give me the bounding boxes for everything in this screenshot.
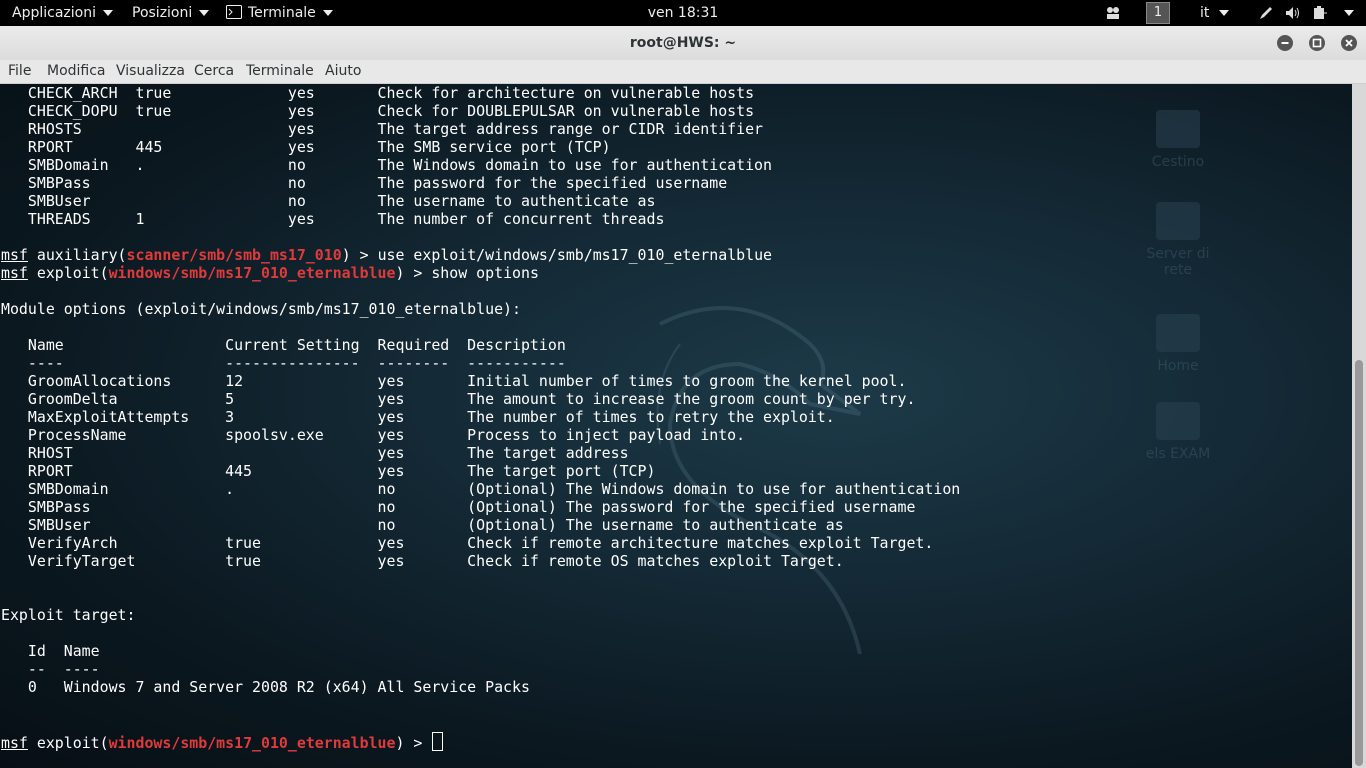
prompt-command: ) >: [395, 734, 432, 752]
desktop-icon-home[interactable]: Home: [1138, 314, 1218, 374]
close-button[interactable]: [1341, 35, 1357, 51]
app-menu[interactable]: Terminale: [226, 0, 333, 26]
terminal-line: RPORT 445 yes The target port (TCP): [1, 462, 656, 480]
terminal-area[interactable]: Cestino Server di rete Home els EXAM CHE…: [0, 84, 1352, 768]
volume-icon[interactable]: [1285, 5, 1301, 21]
terminal-line: RPORT 445 yes The SMB service port (TCP): [1, 138, 611, 156]
scrollbar-thumb[interactable]: [1355, 360, 1363, 766]
terminal-line: GroomDelta 5 yes The amount to increase …: [1, 390, 916, 408]
prompt-module: windows/smb/ms17_010_eternalblue: [108, 264, 396, 282]
language-label: it: [1200, 5, 1210, 21]
terminal-line: VerifyArch true yes Check if remote arch…: [1, 534, 934, 552]
prompt-line: msf exploit(windows/smb/ms17_010_eternal…: [1, 732, 444, 752]
prompt-context: auxiliary(: [27, 246, 127, 264]
terminal-line: ProcessName spoolsv.exe yes Process to i…: [1, 426, 746, 444]
desktop-icon-label: Home: [1157, 358, 1199, 374]
terminal-line: Name Current Setting Required Descriptio…: [1, 336, 566, 354]
terminal-line: SMBPass no (Optional) The password for t…: [1, 498, 916, 516]
terminal-line: CHECK_DOPU true yes Check for DOUBLEPULS…: [1, 102, 755, 120]
prompt-msf: msf: [1, 264, 28, 282]
workspace-number: 1: [1153, 5, 1163, 20]
language-menu[interactable]: it: [1200, 0, 1230, 26]
desktop-icon-network[interactable]: Server di rete: [1138, 202, 1218, 278]
chevron-down-icon: [102, 10, 113, 16]
prompt-context: exploit(: [27, 734, 109, 752]
app-menu-label: Terminale: [248, 5, 316, 21]
pen-icon[interactable]: [1258, 5, 1274, 21]
folder-network-icon: [1156, 202, 1200, 240]
prompt-msf: msf: [1, 734, 28, 752]
trash-icon: [1156, 110, 1200, 148]
prompt-command: ) > use exploit/windows/smb/ms17_010_ete…: [341, 246, 773, 264]
close-icon: [1345, 39, 1353, 47]
menu-edit[interactable]: Modifica: [47, 60, 106, 83]
prompt-context: exploit(: [27, 264, 109, 282]
menu-search[interactable]: Cerca: [194, 60, 234, 83]
menu-file[interactable]: File: [8, 60, 31, 83]
desktop-icon-label: Server di rete: [1146, 246, 1210, 278]
places-label: Posizioni: [132, 5, 193, 21]
terminal-scrollbar[interactable]: [1352, 84, 1366, 768]
terminal-line: Module options (exploit/windows/smb/ms17…: [1, 300, 521, 318]
terminal-line: MaxExploitAttempts 3 yes The number of t…: [1, 408, 835, 426]
clock-label: ven 18:31: [647, 5, 719, 21]
chevron-down-icon: [322, 10, 333, 16]
window-title: root@HWS: ~: [629, 35, 737, 51]
terminal-line: RHOST yes The target address: [1, 444, 629, 462]
desktop-icon-els-exam[interactable]: els EXAM: [1138, 402, 1218, 462]
terminal-line: SMBUser no (Optional) The username to au…: [1, 516, 844, 534]
prompt-line: msf auxiliary(scanner/smb/smb_ms17_010) …: [1, 246, 772, 264]
terminal-line: VerifyTarget true yes Check if remote OS…: [1, 552, 844, 570]
maximize-button[interactable]: [1309, 35, 1325, 51]
menu-view[interactable]: Visualizza: [116, 60, 185, 83]
terminal-line: CHECK_ARCH true yes Check for architectu…: [1, 84, 755, 102]
chevron-down-icon: [199, 10, 210, 16]
terminal-line: Exploit target:: [1, 606, 136, 624]
terminal-icon: [226, 5, 242, 19]
workspace-indicator[interactable]: 1: [1146, 2, 1170, 24]
terminal-line: RHOSTS yes The target address range or C…: [1, 120, 764, 138]
prompt-command: ) > show options: [395, 264, 539, 282]
places-menu[interactable]: Posizioni: [132, 0, 210, 26]
window-titlebar[interactable]: root@HWS: ~: [0, 26, 1366, 61]
applications-menu[interactable]: Applicazioni: [12, 0, 113, 26]
minimize-button[interactable]: [1277, 35, 1293, 51]
text-cursor: [432, 732, 444, 751]
top-bar: Applicazioni Posizioni Terminale ven 18:…: [0, 0, 1366, 26]
prompt-module: windows/smb/ms17_010_eternalblue: [108, 734, 396, 752]
folder-icon: [1156, 402, 1200, 440]
system-menu-chevron-icon[interactable]: [1344, 10, 1354, 16]
terminal-line: GroomAllocations 12 yes Initial number o…: [1, 372, 907, 390]
maximize-icon: [1312, 38, 1322, 48]
prompt-module: scanner/smb/smb_ms17_010: [126, 246, 342, 264]
terminal-line: ---- --------------- -------- ----------…: [1, 354, 566, 372]
terminal-line: 0 Windows 7 and Server 2008 R2 (x64) All…: [1, 678, 530, 696]
terminal-line: THREADS 1 yes The number of concurrent t…: [1, 210, 665, 228]
desktop-icon-label: Cestino: [1151, 154, 1205, 170]
folder-home-icon: [1156, 314, 1200, 352]
terminal-line: SMBDomain . no (Optional) The Windows do…: [1, 480, 961, 498]
network-devices-icon[interactable]: [1105, 5, 1121, 21]
terminal-line: SMBUser no The username to authenticate …: [1, 192, 656, 210]
terminal-line: Id Name: [1, 642, 100, 660]
menu-terminal[interactable]: Terminale: [246, 60, 314, 83]
prompt-line: msf exploit(windows/smb/ms17_010_eternal…: [1, 264, 539, 282]
applications-label: Applicazioni: [12, 5, 96, 21]
terminal-line: -- ----: [1, 660, 100, 678]
menu-bar: File Modifica Visualizza Cerca Terminale…: [0, 60, 1366, 84]
minimize-icon: [1281, 42, 1289, 44]
terminal-line: SMBPass no The password for the specifie…: [1, 174, 728, 192]
terminal-line: SMBDomain . no The Windows domain to use…: [1, 156, 772, 174]
desktop-icon-label: els EXAM: [1145, 446, 1211, 462]
prompt-msf: msf: [1, 246, 28, 264]
desktop-icon-trash[interactable]: Cestino: [1138, 110, 1218, 170]
battery-icon[interactable]: [1312, 5, 1328, 21]
menu-help[interactable]: Aiuto: [325, 60, 361, 83]
chevron-down-icon: [1219, 10, 1230, 16]
